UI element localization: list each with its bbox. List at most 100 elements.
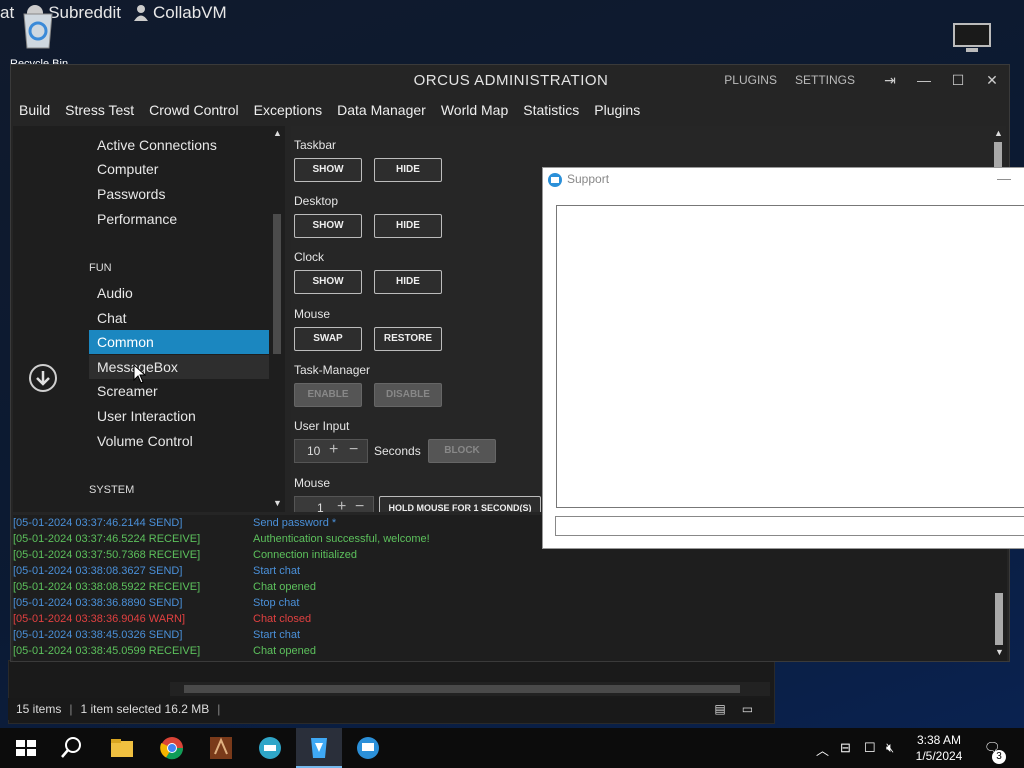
app-icon[interactable] [256, 734, 284, 762]
chrome-icon[interactable] [158, 734, 186, 762]
block-button[interactable]: BLOCK [428, 439, 496, 463]
scroll-down-icon[interactable]: ▼ [995, 647, 1004, 657]
minus-icon[interactable]: − [349, 441, 358, 459]
log-message: Stop chat [253, 597, 300, 609]
nav-item-volume-control[interactable]: Volume Control [89, 429, 269, 453]
seconds-label: Seconds [374, 444, 421, 458]
log-message: Start chat [253, 565, 301, 577]
minus-icon[interactable]: − [355, 498, 364, 512]
taskbar-show-button[interactable]: SHOW [294, 158, 362, 182]
mouse-swap-button[interactable]: SWAP [294, 327, 362, 351]
chat-icon[interactable] [354, 734, 382, 762]
log-message: Send password * [253, 517, 337, 529]
nav-item-screamer[interactable]: Screamer [89, 379, 269, 403]
nav-item-chat[interactable]: Chat [89, 306, 269, 330]
close-icon[interactable]: ✕ [975, 72, 1009, 89]
log-timestamp: [05-01-2024 03:37:46.5224 RECEIVE] [13, 533, 201, 545]
clock-show-button[interactable]: SHOW [294, 270, 362, 294]
clock-date: 1/5/2024 [915, 749, 963, 763]
scroll-down-icon[interactable]: ▼ [273, 498, 282, 508]
ethernet-icon[interactable]: ☐ [864, 740, 876, 756]
hold-mouse-button[interactable]: HOLD MOUSE FOR 1 SECOND(S) [379, 496, 541, 512]
log-row: [05-01-2024 03:38:45.0326 SEND] Start cha… [13, 629, 993, 645]
nav-item-user-interaction[interactable]: User Interaction [89, 404, 269, 428]
recycle-bin-icon[interactable] [18, 6, 58, 50]
plus-icon[interactable]: + [329, 441, 338, 459]
log-timestamp: [05-01-2024 03:38:36.8890 SEND] [13, 597, 183, 609]
chat-input[interactable] [555, 516, 1024, 536]
thumbnail-view-icon[interactable]: ▭ [734, 702, 761, 716]
mouse-hold-stepper[interactable]: 1 + − [294, 496, 374, 512]
monitor-icon[interactable] [952, 22, 992, 54]
clock-hide-button[interactable]: HIDE [374, 270, 442, 294]
menu-world-map[interactable]: World Map [441, 102, 508, 118]
nav-item-active-connections[interactable]: Active Connections [89, 133, 269, 157]
desktop-hide-button[interactable]: HIDE [374, 214, 442, 238]
task-manager-enable-button[interactable]: ENABLE [294, 383, 362, 407]
clock-label: Clock [294, 250, 325, 264]
network-icon[interactable]: ⊟ [840, 740, 851, 756]
taskbar-label: Taskbar [294, 138, 337, 152]
user-input-stepper[interactable]: 10 + − [294, 439, 368, 463]
log-row: [05-01-2024 03:38:36.8890 SEND] Stop chat [13, 597, 993, 613]
minimize-icon[interactable]: — [907, 72, 941, 88]
maximize-icon[interactable]: ☐ [941, 72, 975, 89]
nav-item-passwords[interactable]: Passwords [89, 182, 269, 206]
nav-item-performance[interactable]: Performance [89, 207, 269, 231]
menu-crowd-control[interactable]: Crowd Control [149, 102, 238, 118]
explorer-status-bar: 15 items | 1 item selected 16.2 MB | ▤ ▭ [8, 698, 773, 720]
desktop-show-button[interactable]: SHOW [294, 214, 362, 238]
menu-data-manager[interactable]: Data Manager [337, 102, 426, 118]
bookmark-collabvm[interactable]: CollabVM [133, 3, 227, 23]
log-row: [05-01-2024 03:38:08.3627 SEND] Start cha… [13, 565, 993, 581]
user-input-value: 10 [307, 444, 321, 458]
nav-scrollbar[interactable]: ▲ ▼ [273, 126, 283, 512]
logout-icon[interactable]: ⇥ [873, 72, 907, 89]
details-view-icon[interactable]: ▤ [706, 702, 733, 716]
log-timestamp: [05-01-2024 03:37:50.7368 RECEIVE] [13, 549, 201, 561]
menu-exceptions[interactable]: Exceptions [254, 102, 322, 118]
log-message: Connection initialized [253, 549, 357, 561]
menu-build[interactable]: Build [19, 102, 50, 118]
log-row: [05-01-2024 03:37:50.7368 RECEIVE] Connec… [13, 549, 993, 565]
function-nav: Active Connections Computer Passwords Pe… [13, 126, 285, 512]
mouse-restore-button[interactable]: RESTORE [374, 327, 442, 351]
orcus-icon[interactable] [305, 734, 333, 762]
nav-item-common[interactable]: Common [89, 330, 269, 354]
menu-stress-test[interactable]: Stress Test [65, 102, 134, 118]
nav-item-messagebox[interactable]: MessageBox [89, 355, 269, 379]
start-icon[interactable] [12, 734, 40, 762]
scroll-up-icon[interactable]: ▲ [994, 128, 1003, 138]
game-icon[interactable] [207, 734, 235, 762]
mouse-cursor-icon [133, 364, 147, 384]
taskbar-hide-button[interactable]: HIDE [374, 158, 442, 182]
desktop-label: Desktop [294, 194, 339, 208]
notification-count: 3 [992, 750, 1006, 764]
chevron-up-icon[interactable]: ︿ [816, 740, 829, 759]
settings-link[interactable]: SETTINGS [795, 73, 855, 87]
log-row: [05-01-2024 03:38:08.5922 RECEIVE] Chat o… [13, 581, 993, 597]
log-message: Chat opened [253, 645, 316, 657]
minimize-icon[interactable]: — [997, 170, 1011, 186]
horizontal-scrollbar[interactable] [170, 682, 770, 696]
clock[interactable]: 3:38 AM 1/5/2024 [904, 732, 974, 764]
log-message: Authentication successful, welcome! [253, 533, 430, 545]
log-message: Chat opened [253, 581, 316, 593]
nav-item-computer[interactable]: Computer [89, 157, 269, 181]
plus-icon[interactable]: + [337, 498, 346, 512]
menu-plugins[interactable]: Plugins [594, 102, 640, 118]
nav-item-audio[interactable]: Audio [89, 281, 269, 305]
support-title: Support [567, 172, 610, 186]
scroll-up-icon[interactable]: ▲ [273, 128, 282, 138]
volume-muted-icon[interactable]: 🔇︎ [886, 740, 894, 756]
plugins-link[interactable]: PLUGINS [724, 73, 777, 87]
file-explorer-icon[interactable] [108, 734, 136, 762]
menu-statistics[interactable]: Statistics [523, 102, 579, 118]
task-manager-disable-button[interactable]: DISABLE [374, 383, 442, 407]
title-bar: ORCUS ADMINISTRATION PLUGINS SETTINGS ⇥ … [11, 65, 1009, 95]
bookmark-at[interactable]: at [0, 3, 14, 23]
search-icon[interactable] [58, 734, 86, 762]
mouse-hold-label: Mouse [294, 476, 331, 490]
support-chat-window: Support — [542, 167, 1024, 549]
arrow-down-icon[interactable] [29, 364, 57, 392]
